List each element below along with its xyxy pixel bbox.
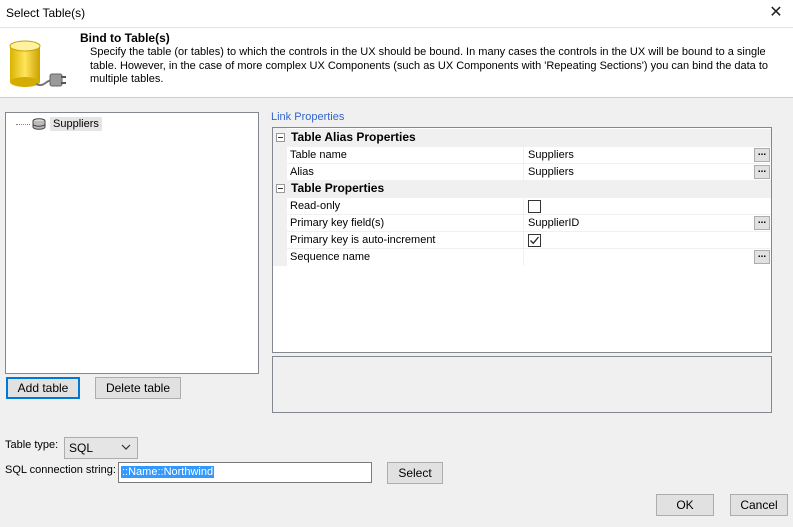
tree-item-suppliers[interactable]: Suppliers: [16, 116, 102, 132]
property-row-read-only[interactable]: Read-only: [287, 197, 771, 215]
tree-connector: [16, 123, 30, 125]
collapse-icon[interactable]: [276, 184, 285, 193]
property-row-table-name[interactable]: Table name Suppliers ...: [287, 146, 771, 164]
ok-button[interactable]: OK: [656, 494, 714, 516]
read-only-checkbox[interactable]: [528, 200, 541, 213]
property-name: Alias: [290, 166, 314, 178]
property-name: Table name: [290, 149, 347, 161]
tree-item-label: Suppliers: [50, 117, 102, 131]
column-separator: [523, 249, 524, 266]
category-label: Table Alias Properties: [291, 130, 416, 144]
chevron-down-icon: [121, 444, 131, 450]
delete-table-button[interactable]: Delete table: [95, 377, 181, 399]
column-separator: [523, 147, 524, 164]
column-separator: [523, 198, 524, 215]
category-table-properties[interactable]: Table Properties: [273, 180, 771, 197]
property-row-sequence-name[interactable]: Sequence name ...: [287, 248, 771, 266]
column-separator: [523, 232, 524, 249]
column-separator: [523, 164, 524, 181]
ellipsis-button[interactable]: ...: [754, 148, 770, 162]
table-type-value: SQL: [69, 441, 94, 455]
connection-string-label: SQL connection string:: [5, 464, 116, 476]
cancel-button[interactable]: Cancel: [730, 494, 788, 516]
select-button[interactable]: Select: [387, 462, 443, 484]
property-value[interactable]: Suppliers: [528, 147, 574, 163]
table-type-label: Table type:: [5, 439, 59, 451]
category-table-alias-properties[interactable]: Table Alias Properties: [273, 129, 771, 146]
ellipsis-button[interactable]: ...: [754, 250, 770, 264]
ellipsis-button[interactable]: ...: [754, 216, 770, 230]
category-label: Table Properties: [291, 181, 385, 195]
ellipsis-button[interactable]: ...: [754, 165, 770, 179]
grid-gutter: [273, 128, 287, 266]
dialog-header: Bind to Table(s) Specify the table (or t…: [0, 28, 793, 98]
link-properties-label: Link Properties: [271, 111, 345, 123]
table-type-select[interactable]: SQL: [64, 437, 138, 459]
property-name: Sequence name: [290, 251, 371, 263]
database-plug-icon: [9, 40, 66, 87]
connection-string-value: ::Name::Northwind: [121, 466, 215, 478]
header-description: Specify the table (or tables) to which t…: [90, 46, 769, 85]
close-icon[interactable]: ✕: [759, 0, 793, 28]
add-table-button[interactable]: Add table: [6, 377, 80, 399]
property-name: Read-only: [290, 200, 341, 212]
property-name: Primary key is auto-increment: [290, 234, 436, 246]
property-row-primary-key[interactable]: Primary key field(s) SupplierID ...: [287, 214, 771, 232]
table-icon: [32, 118, 46, 130]
property-row-alias[interactable]: Alias Suppliers ...: [287, 163, 771, 181]
header-title: Bind to Table(s): [80, 31, 170, 45]
property-description-panel: [272, 356, 772, 413]
window-title: Select Table(s): [6, 6, 86, 20]
property-value[interactable]: SupplierID: [528, 215, 579, 231]
collapse-icon[interactable]: [276, 133, 285, 142]
title-bar: Select Table(s) ✕: [0, 0, 793, 28]
connection-string-input[interactable]: ::Name::Northwind: [118, 462, 372, 483]
checkmark-icon: [530, 236, 540, 245]
property-grid[interactable]: Table Alias Properties Table name Suppli…: [272, 127, 772, 353]
property-name: Primary key field(s): [290, 217, 385, 229]
property-value[interactable]: Suppliers: [528, 164, 574, 180]
property-row-auto-increment[interactable]: Primary key is auto-increment: [287, 231, 771, 249]
auto-increment-checkbox[interactable]: [528, 234, 541, 247]
table-tree[interactable]: Suppliers: [5, 112, 259, 374]
column-separator: [523, 215, 524, 232]
